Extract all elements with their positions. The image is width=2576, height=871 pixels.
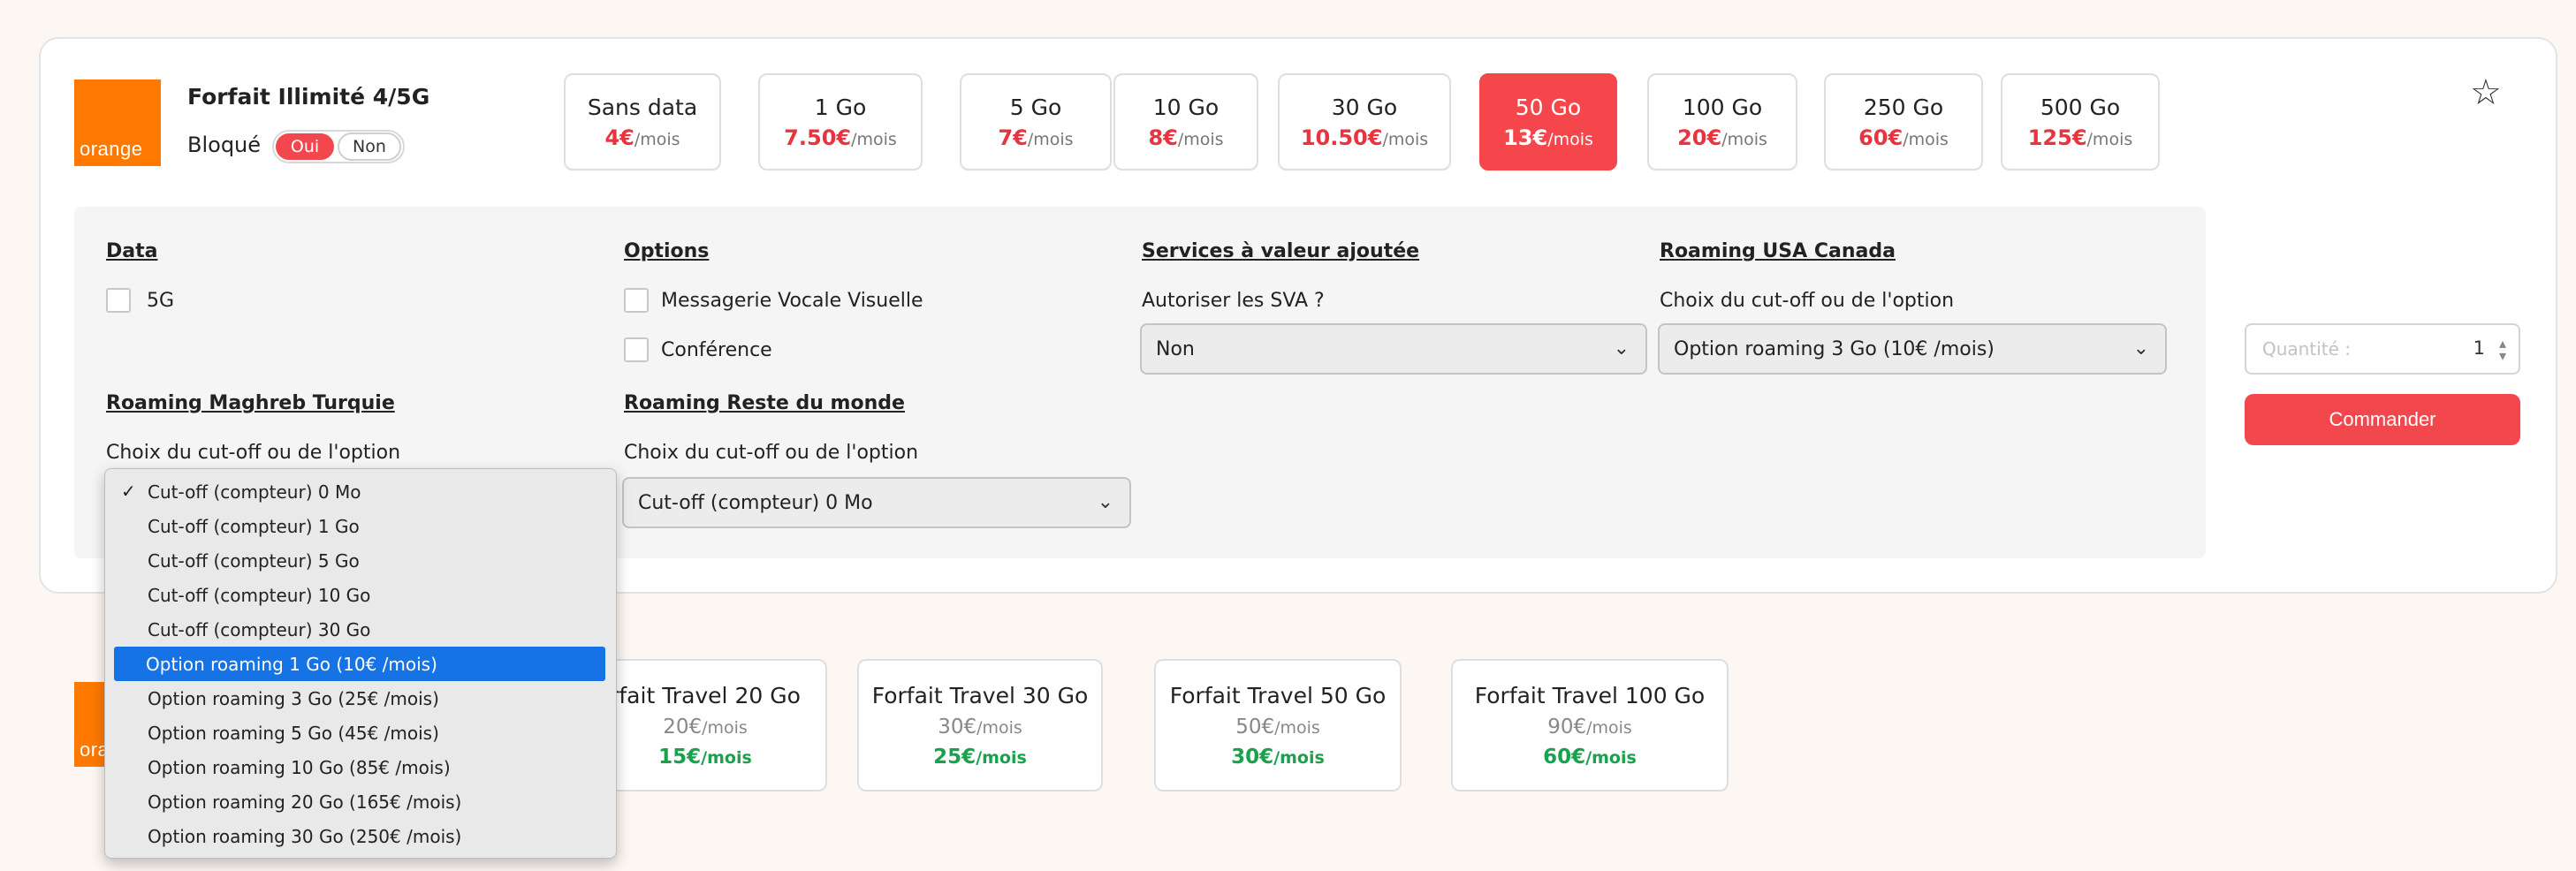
travel-plan-new-price: 60€/mois: [1543, 745, 1637, 769]
dropdown-option[interactable]: Cut-off (compteur) 5 Go: [105, 543, 616, 578]
travel-plan-old-price: 20€/mois: [663, 715, 748, 738]
section-title-sva: Services à valeur ajoutée: [1142, 240, 1420, 262]
orange-logo: orange: [74, 80, 161, 166]
travel-plan-name: rfait Travel 20 Go: [610, 682, 801, 708]
dropdown-option[interactable]: Option roaming 5 Go (45€ /mois): [105, 716, 616, 750]
checkbox-conference[interactable]: [624, 337, 649, 362]
data-option-name: 500 Go: [2040, 94, 2121, 120]
checkbox-5g[interactable]: [106, 288, 131, 313]
checkmark-icon: ✓: [121, 481, 136, 502]
data-option-price: 60€/mois: [1858, 125, 1949, 150]
quantity-placeholder: Quantité :: [2262, 338, 2351, 360]
sva-select-value: Non: [1156, 337, 1195, 360]
data-option-250go[interactable]: 250 Go 60€/mois: [1824, 73, 1983, 170]
chevron-down-icon: ⌄: [1613, 337, 1630, 360]
travel-plan-20go[interactable]: rfait Travel 20 Go 20€/mois 15€/mois: [583, 659, 827, 791]
data-option-price: 10.50€/mois: [1300, 125, 1429, 150]
travel-plan-name: Forfait Travel 50 Go: [1169, 682, 1387, 708]
checkbox-conference-label: Conférence: [661, 339, 772, 361]
data-option-price: 20€/mois: [1677, 125, 1767, 150]
world-select[interactable]: Cut-off (compteur) 0 Mo ⌄: [622, 477, 1131, 528]
data-option-1go[interactable]: 1 Go 7.50€/mois: [758, 73, 923, 170]
travel-plan-100go[interactable]: Forfait Travel 100 Go 90€/mois 60€/mois: [1451, 659, 1729, 791]
data-option-5go[interactable]: 5 Go 7€/mois: [960, 73, 1112, 170]
dropdown-option[interactable]: Option roaming 10 Go (85€ /mois): [105, 750, 616, 784]
data-option-name: 250 Go: [1863, 94, 1944, 120]
travel-plan-old-price: 30€/mois: [938, 715, 1022, 738]
bloque-toggle[interactable]: Oui Non: [272, 130, 405, 163]
quantity-stepper[interactable]: Quantité : 1 ▴ ▾: [2245, 323, 2520, 375]
travel-plan-name: Forfait Travel 100 Go: [1474, 682, 1706, 708]
usa-canada-label: Choix du cut-off ou de l'option: [1660, 290, 1955, 312]
section-title-world: Roaming Reste du monde: [624, 392, 905, 414]
dropdown-option[interactable]: Cut-off (compteur) 10 Go: [105, 578, 616, 612]
maghreb-label: Choix du cut-off ou de l'option: [106, 442, 401, 464]
star-icon[interactable]: ☆: [2470, 72, 2502, 113]
dropdown-option[interactable]: Cut-off (compteur) 1 Go: [105, 509, 616, 543]
data-option-100go[interactable]: 100 Go 20€/mois: [1647, 73, 1797, 170]
data-option-name: 10 Go: [1152, 94, 1220, 120]
travel-plan-new-price: 25€/mois: [933, 745, 1027, 769]
data-option-name: 50 Go: [1515, 94, 1582, 120]
section-title-usa-canada: Roaming USA Canada: [1660, 240, 1896, 262]
maghreb-dropdown-list[interactable]: ✓ Cut-off (compteur) 0 Mo Cut-off (compte…: [104, 468, 617, 859]
toggle-yes[interactable]: Oui: [276, 133, 334, 160]
usa-canada-select-value: Option roaming 3 Go (10€ /mois): [1674, 337, 1995, 360]
data-option-price: 7.50€/mois: [784, 125, 897, 150]
bloque-label: Bloqué: [187, 133, 262, 157]
dropdown-option[interactable]: ✓ Cut-off (compteur) 0 Mo: [105, 474, 616, 509]
data-option-500go[interactable]: 500 Go 125€/mois: [2001, 73, 2160, 170]
usa-canada-select[interactable]: Option roaming 3 Go (10€ /mois) ⌄: [1658, 323, 2167, 375]
data-option-sans-data[interactable]: Sans data 4€/mois: [564, 73, 721, 170]
data-option-name: 100 Go: [1682, 94, 1763, 120]
data-option-price: 7€/mois: [998, 125, 1074, 150]
data-option-name: 1 Go: [814, 94, 867, 120]
dropdown-option[interactable]: Cut-off (compteur) 30 Go: [105, 612, 616, 647]
section-title-options: Options: [624, 240, 710, 262]
chevron-down-icon: ⌄: [2132, 337, 2149, 360]
world-select-value: Cut-off (compteur) 0 Mo: [638, 491, 873, 514]
quantity-value: 1: [2473, 337, 2485, 359]
data-option-price: 4€/mois: [604, 125, 680, 150]
travel-plan-old-price: 90€/mois: [1547, 715, 1632, 738]
data-option-name: 30 Go: [1331, 94, 1398, 120]
dropdown-option[interactable]: Option roaming 20 Go (165€ /mois): [105, 784, 616, 819]
data-option-10go[interactable]: 10 Go 8€/mois: [1113, 73, 1258, 170]
sva-select[interactable]: Non ⌄: [1140, 323, 1647, 375]
dropdown-option[interactable]: Option roaming 3 Go (25€ /mois): [105, 681, 616, 716]
dropdown-option-highlighted[interactable]: Option roaming 1 Go (10€ /mois): [114, 647, 605, 681]
travel-plan-new-price: 15€/mois: [658, 745, 752, 769]
world-label: Choix du cut-off ou de l'option: [624, 442, 919, 464]
section-title-maghreb: Roaming Maghreb Turquie: [106, 392, 395, 414]
travel-plan-old-price: 50€/mois: [1235, 715, 1320, 738]
data-option-price: 125€/mois: [2027, 125, 2133, 150]
data-option-price: 13€/mois: [1503, 125, 1593, 150]
checkbox-visual-voicemail[interactable]: [624, 288, 649, 313]
chevron-down-icon: ⌄: [1097, 491, 1113, 513]
data-option-30go[interactable]: 30 Go 10.50€/mois: [1278, 73, 1451, 170]
dropdown-option[interactable]: Option roaming 30 Go (250€ /mois): [105, 819, 616, 853]
logo-text: orange: [80, 138, 143, 160]
data-option-price: 8€/mois: [1148, 125, 1224, 150]
checkbox-5g-label: 5G: [147, 290, 175, 312]
section-title-data: Data: [106, 240, 158, 262]
data-option-name: 5 Go: [1009, 94, 1062, 120]
travel-plan-50go[interactable]: Forfait Travel 50 Go 50€/mois 30€/mois: [1154, 659, 1402, 791]
data-option-50go[interactable]: 50 Go 13€/mois: [1479, 73, 1617, 170]
plan-title: Forfait Illimité 4/5G: [187, 84, 430, 110]
sva-question: Autoriser les SVA ?: [1142, 290, 1325, 312]
toggle-no[interactable]: Non: [338, 133, 401, 161]
spin-arrows-icon[interactable]: ▴ ▾: [2499, 337, 2506, 363]
data-option-name: Sans data: [587, 94, 698, 120]
travel-plan-new-price: 30€/mois: [1231, 745, 1325, 769]
checkbox-visual-voicemail-label: Messagerie Vocale Visuelle: [661, 290, 923, 312]
travel-plan-name: Forfait Travel 30 Go: [871, 682, 1089, 708]
travel-plan-30go[interactable]: Forfait Travel 30 Go 30€/mois 25€/mois: [857, 659, 1103, 791]
order-button[interactable]: Commander: [2245, 394, 2520, 445]
